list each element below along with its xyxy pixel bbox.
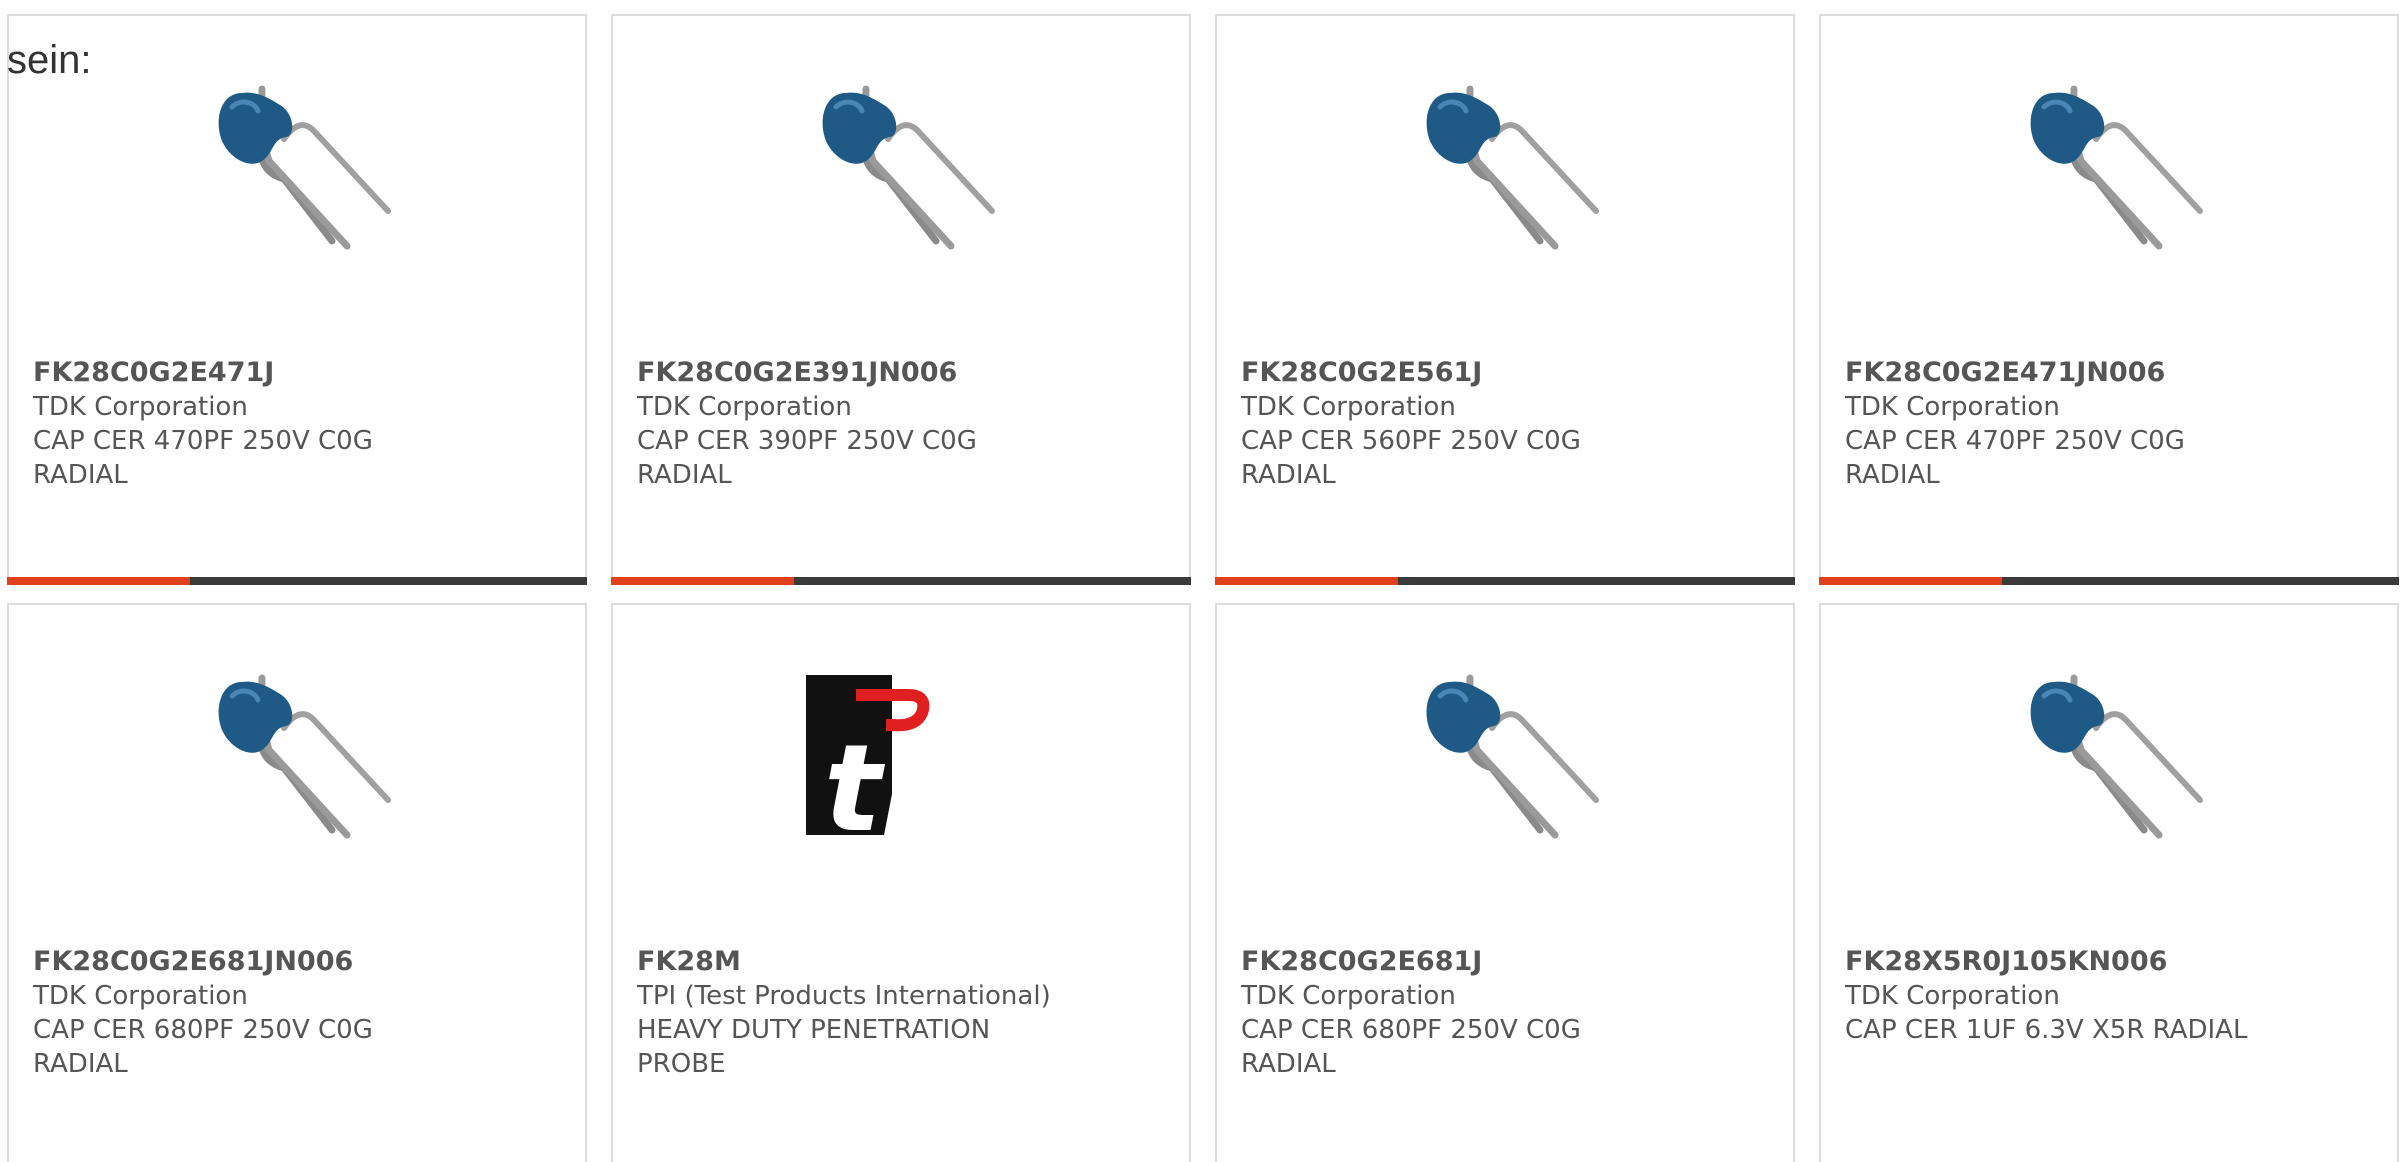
product-info: FK28M TPI (Test Products International) … xyxy=(637,945,1157,1081)
description: CAP CER 470PF 250V C0G xyxy=(33,426,373,456)
card-bottom-bar xyxy=(1215,577,1795,585)
part-number-link[interactable]: FK28C0G2E681JN006 xyxy=(33,945,553,979)
description-cont: RADIAL xyxy=(637,460,732,490)
product-info: FK28C0G2E471JN006 TDK Corporation CAP CE… xyxy=(1845,356,2365,492)
product-card[interactable]: FK28C0G2E681JN006 TDK Corporation CAP CE… xyxy=(7,603,587,1162)
product-image[interactable] xyxy=(9,56,585,276)
product-card[interactable]: FK28C0G2E471J TDK Corporation CAP CER 47… xyxy=(7,14,587,585)
description: CAP CER 560PF 250V C0G xyxy=(1241,426,1581,456)
product-info: FK28C0G2E681J TDK Corporation CAP CER 68… xyxy=(1241,945,1761,1081)
description-cont: RADIAL xyxy=(33,1049,128,1079)
tpi-logo-text: tpi xyxy=(824,720,1006,845)
part-number-link[interactable]: FK28C0G2E681J xyxy=(1241,945,1761,979)
card-accent-bar xyxy=(1215,577,1398,585)
product-image[interactable] xyxy=(1217,645,1793,865)
card-bottom-bar xyxy=(7,577,587,585)
manufacturer: TDK Corporation xyxy=(1845,981,2060,1011)
description-cont: RADIAL xyxy=(1241,460,1336,490)
description: CAP CER 680PF 250V C0G xyxy=(33,1015,373,1045)
product-info: FK28C0G2E681JN006 TDK Corporation CAP CE… xyxy=(33,945,553,1081)
description-cont: PROBE xyxy=(637,1049,726,1079)
part-number-link[interactable]: FK28M xyxy=(637,945,1157,979)
part-number-link[interactable]: FK28C0G2E391JN006 xyxy=(637,356,1157,390)
capacitor-icon xyxy=(2030,85,2203,250)
product-card[interactable]: FK28C0G2E471JN006 TDK Corporation CAP CE… xyxy=(1819,14,2399,585)
tpi-logo: tpi xyxy=(806,675,1006,845)
capacitor-icon xyxy=(218,674,391,839)
capacitor-icon xyxy=(2030,674,2203,839)
description: CAP CER 470PF 250V C0G xyxy=(1845,426,2185,456)
part-number-link[interactable]: FK28C0G2E561J xyxy=(1241,356,1761,390)
manufacturer: TPI (Test Products International) xyxy=(637,981,1051,1011)
part-number-link[interactable]: FK28C0G2E471J xyxy=(33,356,553,390)
description-cont: RADIAL xyxy=(1845,460,1940,490)
product-image[interactable] xyxy=(1821,645,2397,865)
capacitor-icon xyxy=(1426,674,1599,839)
capacitor-icon xyxy=(822,85,995,250)
description-cont: RADIAL xyxy=(1241,1049,1336,1079)
product-info: FK28C0G2E561J TDK Corporation CAP CER 56… xyxy=(1241,356,1761,492)
manufacturer: TDK Corporation xyxy=(637,392,852,422)
product-image[interactable] xyxy=(1821,56,2397,276)
description: HEAVY DUTY PENETRATION xyxy=(637,1015,991,1045)
description: CAP CER 1UF 6.3V X5R RADIAL xyxy=(1845,1015,2248,1045)
product-grid: FK28C0G2E471J TDK Corporation CAP CER 47… xyxy=(7,14,2400,1162)
card-accent-bar xyxy=(611,577,794,585)
product-card[interactable]: FK28C0G2E561J TDK Corporation CAP CER 56… xyxy=(1215,14,1795,585)
product-info: FK28X5R0J105KN006 TDK Corporation CAP CE… xyxy=(1845,945,2365,1047)
section-heading: sein: xyxy=(7,38,92,82)
product-card[interactable]: FK28C0G2E391JN006 TDK Corporation CAP CE… xyxy=(611,14,1191,585)
description-cont: RADIAL xyxy=(33,460,128,490)
capacitor-icon xyxy=(218,85,391,250)
product-card[interactable]: FK28C0G2E681J TDK Corporation CAP CER 68… xyxy=(1215,603,1795,1162)
product-image[interactable] xyxy=(613,56,1189,276)
manufacturer: TDK Corporation xyxy=(1241,981,1456,1011)
capacitor-icon xyxy=(1426,85,1599,250)
description: CAP CER 390PF 250V C0G xyxy=(637,426,977,456)
product-card[interactable]: tpi FK28M TPI (Test Products Internation… xyxy=(611,603,1191,1162)
description: CAP CER 680PF 250V C0G xyxy=(1241,1015,1581,1045)
product-info: FK28C0G2E391JN006 TDK Corporation CAP CE… xyxy=(637,356,1157,492)
card-bottom-bar xyxy=(611,577,1191,585)
product-card[interactable]: FK28X5R0J105KN006 TDK Corporation CAP CE… xyxy=(1819,603,2399,1162)
card-accent-bar xyxy=(1819,577,2002,585)
part-number-link[interactable]: FK28X5R0J105KN006 xyxy=(1845,945,2365,979)
card-accent-bar xyxy=(7,577,190,585)
part-number-link[interactable]: FK28C0G2E471JN006 xyxy=(1845,356,2365,390)
product-image[interactable] xyxy=(1217,56,1793,276)
product-image[interactable] xyxy=(9,645,585,865)
card-bottom-bar xyxy=(1819,577,2399,585)
manufacturer: TDK Corporation xyxy=(33,981,248,1011)
manufacturer: TDK Corporation xyxy=(33,392,248,422)
product-info: FK28C0G2E471J TDK Corporation CAP CER 47… xyxy=(33,356,553,492)
manufacturer: TDK Corporation xyxy=(1845,392,2060,422)
product-image[interactable]: tpi xyxy=(613,645,1189,865)
manufacturer: TDK Corporation xyxy=(1241,392,1456,422)
